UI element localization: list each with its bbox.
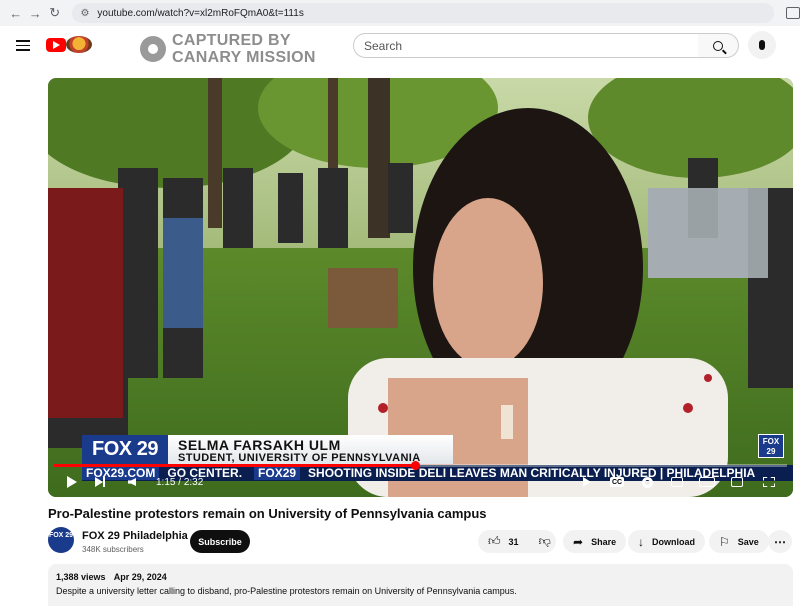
channel-avatar[interactable]: FOX 29 (48, 527, 74, 553)
address-bar[interactable]: ⚙ youtube.com/watch?v=xl2mRoFQmA0&t=111s (72, 3, 775, 23)
upload-date: Apr 29, 2024 (113, 572, 167, 582)
voice-search-button[interactable] (748, 31, 776, 59)
settings-button[interactable] (638, 474, 656, 490)
forward-icon[interactable]: → (25, 3, 44, 23)
fox29-logo: FOX 29 (82, 435, 168, 464)
download-label: Download (652, 536, 695, 547)
player-controls: 1:15 / 2:32 CC (48, 461, 793, 497)
site-info-icon[interactable]: ⚙ (80, 8, 89, 19)
volume-icon (128, 478, 136, 486)
miniplayer-icon (671, 477, 683, 487)
captions-button[interactable]: CC (608, 474, 626, 490)
description-box[interactable]: 1,388 views Apr 29, 2024 Despite a unive… (48, 564, 793, 606)
video-player[interactable]: FOX 29 SELMA FARSAKH ULM STUDENT, UNIVER… (48, 78, 793, 497)
channel-name[interactable]: FOX 29 Philadelphia (82, 530, 188, 542)
canary-mission-watermark: CAPTURED BY CANARY MISSION (140, 32, 316, 66)
browser-toolbar: ← → ↻ ⚙ youtube.com/watch?v=xl2mRoFQmA0&… (0, 0, 800, 26)
more-icon: ⋯ (774, 534, 786, 549)
lower-third: SELMA FARSAKH ULM STUDENT, UNIVERSITY OF… (168, 435, 453, 464)
time-display: 1:15 / 2:32 (156, 476, 204, 488)
autoplay-icon (583, 477, 591, 487)
share-icon: ➦ (573, 534, 584, 549)
search-button[interactable] (698, 33, 739, 58)
thumbs-down-icon[interactable]: 👎︎ (539, 534, 551, 549)
menu-icon[interactable] (16, 40, 30, 51)
search-input[interactable]: Search (353, 33, 699, 58)
reload-icon[interactable]: ↻ (45, 3, 64, 23)
chyron-name: SELMA FARSAKH ULM (178, 437, 341, 453)
save-icon: ⚐ (719, 534, 730, 549)
url-text: youtube.com/watch?v=xl2mRoFQmA0&t=111s (97, 7, 304, 19)
progress-bar[interactable] (54, 461, 787, 470)
theater-button[interactable] (698, 474, 716, 490)
watermark-line1: CAPTURED BY (172, 32, 291, 49)
watermark-line2: CANARY MISSION (172, 49, 316, 66)
fullscreen-button[interactable] (760, 474, 778, 490)
thumbs-up-icon[interactable]: 👍︎ (488, 534, 501, 549)
fullscreen-icon (763, 477, 775, 487)
autoplay-button[interactable] (578, 474, 596, 490)
view-count: 1,388 views (56, 572, 106, 582)
gear-icon (641, 476, 653, 488)
theater-icon (699, 477, 715, 487)
download-button[interactable]: ↓ Download (628, 530, 705, 553)
play-button[interactable] (64, 474, 80, 490)
share-label: Share (591, 536, 617, 547)
captions-icon: CC (610, 477, 624, 487)
play-icon (67, 476, 77, 488)
search-placeholder: Search (364, 38, 403, 53)
description-text: Despite a university letter calling to d… (56, 586, 517, 596)
extension-icon[interactable] (786, 7, 800, 19)
download-icon: ↓ (638, 534, 644, 549)
share-button[interactable]: ➦ Share (563, 530, 627, 553)
next-button[interactable] (92, 474, 108, 490)
subscriber-count: 348K subscribers (82, 545, 144, 554)
progress-fill (54, 464, 416, 467)
channel-bug: FOX 29 (758, 434, 784, 458)
cast-icon (731, 477, 743, 487)
time-total: 2:32 (183, 476, 204, 488)
scrubber-handle[interactable] (411, 461, 421, 470)
save-label: Save (737, 536, 759, 547)
video-title: Pro-Palestine protestors remain on Unive… (48, 506, 487, 521)
save-button[interactable]: ⚐ Save (709, 530, 769, 553)
mute-button[interactable] (124, 474, 140, 490)
cast-button[interactable] (728, 474, 746, 490)
back-icon[interactable]: ← (6, 3, 25, 23)
next-icon (95, 477, 105, 487)
like-dislike-group: 👍︎ 31 👎︎ (478, 530, 556, 553)
miniplayer-button[interactable] (668, 474, 686, 490)
microphone-icon (759, 40, 765, 50)
youtube-logo-icon[interactable] (46, 38, 66, 52)
subscribe-button[interactable]: Subscribe (190, 530, 250, 553)
doodle-icon[interactable] (66, 36, 92, 53)
youtube-header: CAPTURED BY CANARY MISSION Search (0, 26, 800, 74)
search-icon (713, 40, 723, 51)
time-current: 1:15 (156, 476, 176, 488)
like-count[interactable]: 31 (509, 537, 519, 547)
more-actions-button[interactable]: ⋯ (768, 530, 792, 553)
canary-logo-icon (140, 36, 166, 62)
